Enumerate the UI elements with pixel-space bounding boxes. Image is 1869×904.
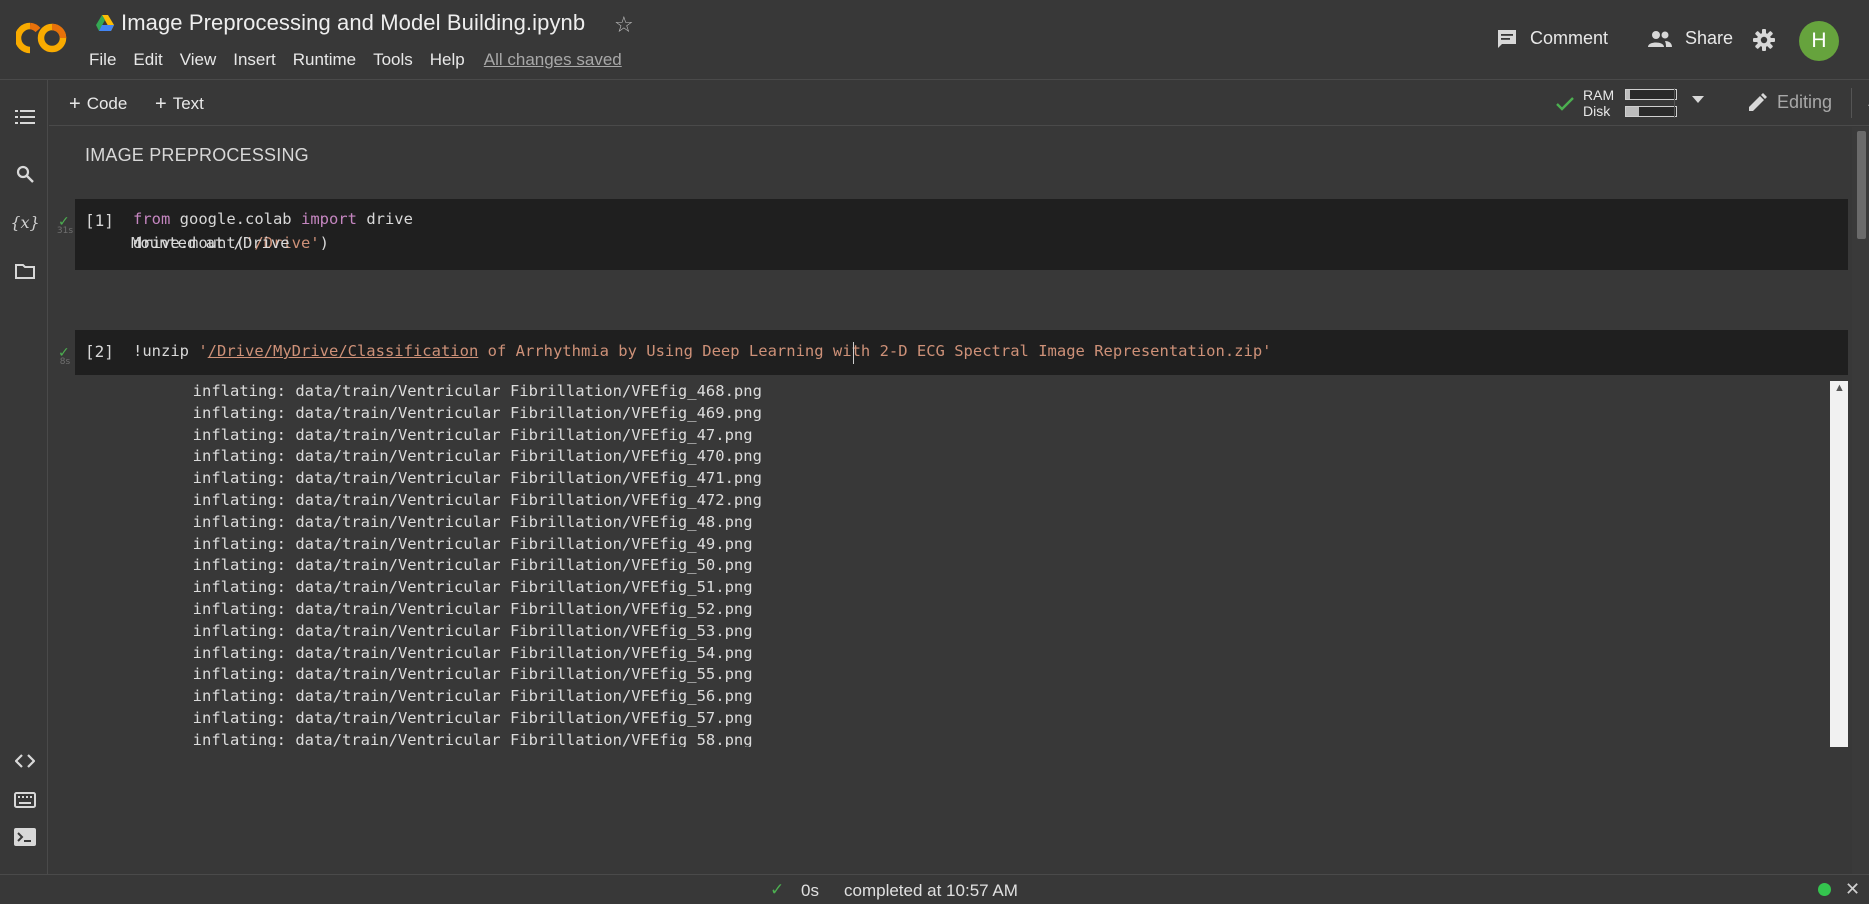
scroll-up-icon[interactable]: ▲	[1834, 382, 1845, 394]
code-keyword: import	[300, 210, 357, 228]
output-lines: inflating: data/train/Ventricular Fibril…	[174, 381, 762, 747]
file-path-link[interactable]: /Drive/MyDrive/Classification	[208, 342, 479, 360]
variables-icon[interactable]: {x}	[10, 211, 39, 233]
disk-bar-fill	[1626, 107, 1639, 116]
code-string: '	[198, 342, 208, 360]
save-status[interactable]: All changes saved	[484, 50, 622, 70]
menu-runtime[interactable]: Runtime	[293, 50, 356, 70]
add-code-label: Code	[86, 94, 128, 113]
output-line: inflating: data/train/Ventricular Fibril…	[174, 469, 762, 488]
code-string: of Arrhythmia by Using Deep Learning wit…	[478, 342, 1272, 360]
execution-count: [1]	[85, 211, 114, 230]
connected-check-icon	[1556, 97, 1574, 111]
execution-time: 31s	[56, 226, 74, 236]
gear-icon[interactable]	[1752, 28, 1776, 52]
execution-duration: 0s	[801, 881, 819, 900]
comment-icon	[1498, 29, 1516, 48]
close-icon[interactable]: ✕	[1845, 879, 1860, 900]
execution-count: [2]	[85, 342, 114, 361]
execution-time: 8s	[59, 357, 71, 367]
menu-help[interactable]: Help	[430, 50, 465, 70]
ram-bar-fill	[1626, 90, 1630, 99]
output-line: inflating: data/train/Ventricular Fibril…	[174, 382, 762, 400]
left-sidebar: {x}	[0, 80, 48, 874]
app-header: Image Preprocessing and Model Building.i…	[0, 0, 1869, 80]
google-drive-icon[interactable]	[96, 15, 114, 31]
folder-icon[interactable]	[14, 260, 36, 282]
output-line: inflating: data/train/Ventricular Fibril…	[174, 425, 753, 444]
output-line: inflating: data/train/Ventricular Fibril…	[174, 512, 753, 531]
output-line: inflating: data/train/Ventricular Fibril…	[174, 556, 753, 575]
menu-insert[interactable]: Insert	[233, 50, 276, 70]
resource-monitor[interactable]: RAM Disk	[1555, 86, 1705, 120]
output-line: inflating: data/train/Ventricular Fibril…	[174, 599, 753, 618]
add-text-button[interactable]: + Text	[155, 92, 204, 115]
output-line: inflating: data/train/Ventricular Fibril…	[174, 708, 753, 727]
code-snippets-icon[interactable]	[14, 750, 36, 772]
section-heading[interactable]: IMAGE PREPROCESSING	[85, 145, 309, 166]
pencil-icon	[1749, 92, 1767, 111]
output-line: inflating: data/train/Ventricular Fibril…	[174, 665, 753, 684]
output-line: inflating: data/train/Ventricular Fibril…	[174, 730, 753, 747]
code-keyword: from	[133, 210, 171, 228]
star-icon[interactable]: ☆	[614, 12, 634, 38]
text-cursor	[853, 342, 854, 364]
menu-bar: File Edit View Insert Runtime Tools Help…	[89, 50, 639, 70]
output-line: inflating: data/train/Ventricular Fibril…	[174, 534, 753, 553]
output-line: inflating: data/train/Ventricular Fibril…	[174, 621, 753, 640]
search-icon[interactable]	[14, 163, 36, 185]
editing-mode-button[interactable]: Editing	[1747, 92, 1832, 113]
output-line: inflating: data/train/Ventricular Fibril…	[174, 687, 753, 706]
notebook-title[interactable]: Image Preprocessing and Model Building.i…	[121, 10, 585, 36]
share-label: Share	[1685, 28, 1734, 48]
status-bar: ✓ 0s completed at 10:57 AM ✕	[0, 874, 1869, 904]
cell-1-output: Mounted at /Drive	[131, 234, 290, 252]
menu-file[interactable]: File	[89, 50, 116, 70]
people-icon	[1648, 30, 1672, 47]
ram-bar	[1625, 89, 1677, 100]
code-text: google.colab	[170, 210, 301, 228]
toolbar-divider	[1851, 88, 1852, 118]
output-line: inflating: data/train/Ventricular Fibril…	[174, 578, 753, 597]
output-line: inflating: data/train/Ventricular Fibril…	[174, 403, 762, 422]
share-button[interactable]: Share	[1647, 28, 1733, 49]
toc-icon[interactable]	[14, 106, 36, 128]
output-line: inflating: data/train/Ventricular Fibril…	[174, 643, 753, 662]
terminal-icon[interactable]	[14, 826, 36, 848]
notebook-scrollbar[interactable]	[1852, 127, 1869, 874]
menu-view[interactable]: View	[180, 50, 217, 70]
comment-button[interactable]: Comment	[1496, 28, 1608, 49]
add-code-button[interactable]: + Code	[69, 92, 127, 115]
connection-status-icon	[1818, 883, 1831, 896]
scrollbar-thumb[interactable]	[1857, 131, 1866, 239]
notebook-toolbar: + Code + Text RAM Disk Editing	[49, 80, 1869, 126]
disk-bar	[1625, 106, 1677, 117]
code-text: !unzip	[133, 342, 199, 360]
toolbar-divider	[1674, 88, 1675, 118]
output-scrollbar[interactable]: ▲	[1830, 381, 1848, 747]
colab-logo[interactable]	[16, 20, 70, 56]
output-line: inflating: data/train/Ventricular Fibril…	[174, 490, 762, 509]
code-text: drive	[356, 210, 413, 228]
menu-tools[interactable]: Tools	[373, 50, 413, 70]
cell-2-output[interactable]: inflating: data/train/Ventricular Fibril…	[75, 381, 1848, 747]
output-line: inflating: data/train/Ventricular Fibril…	[174, 447, 762, 466]
comment-label: Comment	[1530, 28, 1609, 48]
resources-dropdown-icon[interactable]	[1692, 96, 1704, 104]
status-check-icon: ✓	[770, 880, 785, 899]
user-avatar[interactable]: H	[1799, 21, 1839, 61]
command-palette-icon[interactable]	[14, 789, 36, 811]
ram-label: RAM	[1583, 87, 1615, 103]
code-cell-2[interactable]: ✓ 8s [2] !unzip '/Drive/MyDrive/Classifi…	[58, 330, 1848, 375]
editing-label: Editing	[1777, 92, 1833, 112]
execution-status[interactable]: completed at 10:57 AM	[844, 881, 1018, 901]
disk-label: Disk	[1583, 103, 1611, 119]
code-editor[interactable]: !unzip '/Drive/MyDrive/Classification of…	[133, 339, 1272, 363]
code-text: )	[319, 234, 329, 252]
code-cell-1[interactable]: ✓ 31s [1] from google.colab import drive…	[57, 199, 1848, 270]
add-text-label: Text	[172, 94, 204, 113]
menu-edit[interactable]: Edit	[133, 50, 162, 70]
